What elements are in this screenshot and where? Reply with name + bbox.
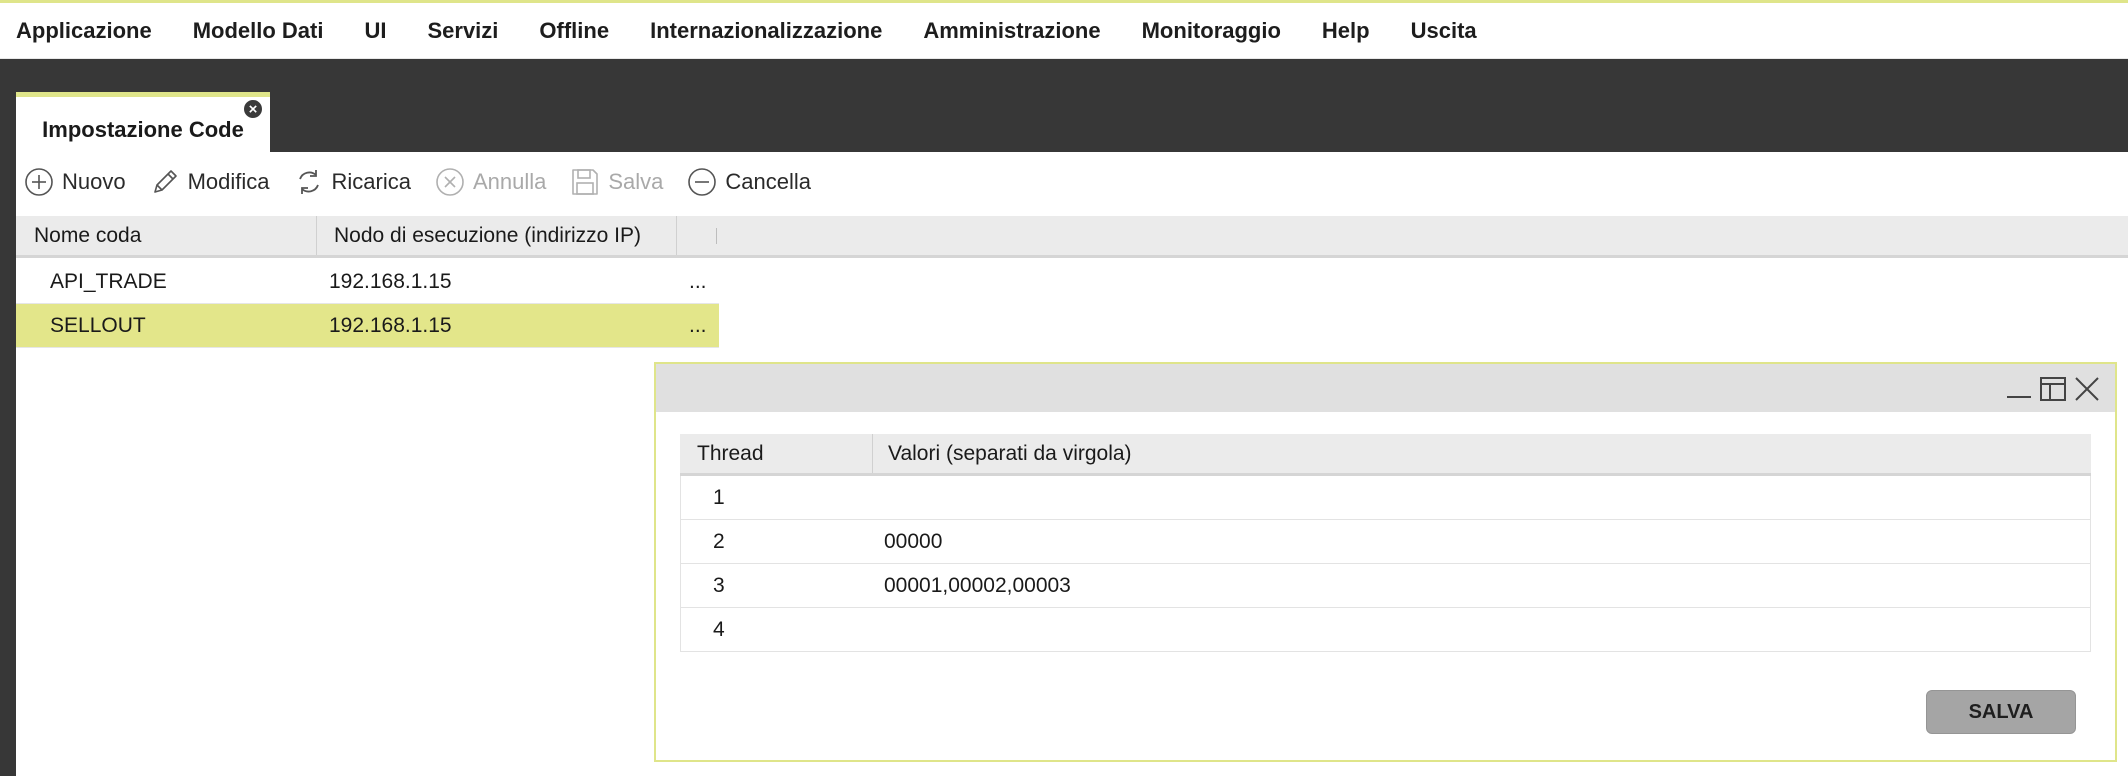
reload-button[interactable]: Ricarica [294,167,411,197]
column-header-valori[interactable]: Valori (separati da virgola) [888,434,1132,473]
close-icon[interactable] [2072,374,2102,404]
row-more-button[interactable]: ... [689,304,707,348]
tab-strip [0,59,2128,152]
column-separator [676,216,677,255]
column-separator [316,216,317,255]
minus-circle-icon [688,168,717,196]
left-edge-bar [0,152,16,776]
queue-name-cell: API_TRADE [50,270,167,293]
cancel-edit-button[interactable]: Annulla [435,167,546,197]
menu-uscita[interactable]: Uscita [1411,18,1477,44]
column-header-nodo[interactable]: Nodo di esecuzione (indirizzo IP) [334,216,641,255]
cancel-edit-button-label: Annulla [472,169,547,194]
maximize-icon[interactable] [2038,374,2068,404]
new-button-label: Nuovo [62,169,126,194]
queue-grid-header: Nome coda Nodo di esecuzione (indirizzo … [16,216,2128,258]
thread-values-cell[interactable]: 00001,00002,00003 [884,564,1071,608]
menu-modello-dati[interactable]: Modello Dati [193,18,324,44]
refresh-icon [298,170,319,194]
reload-button-label: Ricarica [331,169,411,194]
tab-label: Impostazione Code [42,117,244,142]
column-header-thread[interactable]: Thread [697,434,764,473]
menu-ui[interactable]: UI [364,18,386,44]
minimize-icon[interactable] [2004,374,2034,404]
thread-row[interactable]: 2 00000 [680,520,2091,564]
menu-offline[interactable]: Offline [539,18,609,44]
row-more-button[interactable]: ... [689,260,707,304]
thread-row[interactable]: 3 00001,00002,00003 [680,564,2091,608]
tab-close-icon[interactable]: × [242,98,264,120]
table-row-selected[interactable]: SELLOUT 192.168.1.15 ... [16,304,719,348]
new-button[interactable]: Nuovo [24,167,126,197]
thread-number-cell: 4 [713,618,725,641]
x-circle-icon [436,168,464,196]
thread-values-dialog: Thread Valori (separati da virgola) 1 2 … [654,362,2117,762]
delete-button-label: Cancella [725,169,812,194]
column-header-nome-coda[interactable]: Nome coda [34,216,141,255]
pencil-icon [153,170,177,193]
floppy-disk-icon [572,169,599,195]
thread-row[interactable]: 4 [680,608,2091,652]
menu-help[interactable]: Help [1322,18,1370,44]
column-separator [872,434,873,473]
thread-number-cell: 3 [713,574,725,597]
thread-number-cell: 2 [713,530,725,553]
queue-ip-cell: 192.168.1.15 [329,314,452,337]
tab-impostazione-code[interactable]: Impostazione Code [16,92,270,153]
menu-servizi[interactable]: Servizi [427,18,498,44]
save-toolbar-button[interactable]: Salva [570,167,663,197]
queue-name-cell: SELLOUT [50,314,146,337]
menu-applicazione[interactable]: Applicazione [16,18,152,44]
menu-internazionalizzazione[interactable]: Internazionalizzazione [650,18,882,44]
thread-number-cell: 1 [713,486,725,509]
thread-values-cell[interactable]: 00000 [884,520,942,564]
delete-button[interactable]: Cancella [687,167,811,197]
table-row[interactable]: API_TRADE 192.168.1.15 ... [16,260,719,304]
menu-monitoraggio[interactable]: Monitoraggio [1142,18,1281,44]
column-resize-handle[interactable] [716,228,717,244]
edit-button-label: Modifica [187,169,270,194]
dialog-titlebar[interactable] [656,364,2115,412]
save-button[interactable]: SALVA [1926,690,2076,734]
plus-circle-icon [25,168,53,196]
queue-ip-cell: 192.168.1.15 [329,270,452,293]
edit-button[interactable]: Modifica [150,167,270,197]
save-toolbar-button-label: Salva [608,169,664,194]
thread-row[interactable]: 1 [680,476,2091,520]
main-menu-bar: Applicazione Modello Dati UI Servizi Off… [0,0,2128,59]
thread-grid-header: Thread Valori (separati da virgola) [680,434,2091,476]
menu-amministrazione[interactable]: Amministrazione [923,18,1100,44]
toolbar: Nuovo Modifica Ricarica Annulla Salva Ca… [16,152,2128,212]
